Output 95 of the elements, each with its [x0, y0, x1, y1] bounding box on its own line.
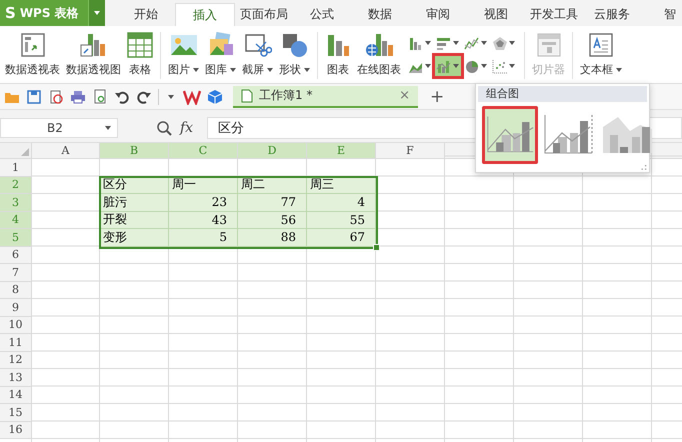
cube-icon[interactable] — [207, 88, 223, 104]
zoom-icon[interactable] — [156, 120, 172, 136]
app-menu-button[interactable] — [88, 0, 105, 26]
function-button[interactable]: fx — [180, 120, 194, 136]
caret-icon — [453, 64, 459, 68]
shapes-icon — [280, 32, 308, 58]
caret-icon — [509, 64, 515, 68]
menu-title: 组合图 — [478, 86, 647, 102]
row-header[interactable]: 16 — [0, 422, 32, 439]
table-cell: 5 — [169, 229, 238, 246]
menu-tab[interactable]: 插入 — [175, 3, 235, 26]
table-cell: 变形 — [100, 229, 169, 246]
table-cell: 77 — [238, 194, 307, 212]
caret-icon — [453, 41, 459, 45]
picture-icon — [170, 33, 198, 57]
caret-icon — [481, 41, 487, 45]
ribbon-button[interactable]: 数据透视图 — [65, 31, 122, 77]
spreadsheet-file-icon — [241, 88, 253, 102]
menu-tab[interactable]: 云服务 — [583, 3, 641, 26]
menu-tab[interactable]: 开始 — [117, 3, 175, 26]
print-icon[interactable] — [70, 88, 86, 104]
combo-chart-option[interactable] — [482, 106, 538, 164]
menu-tab[interactable]: 智 — [641, 3, 682, 26]
row-header[interactable]: 13 — [0, 369, 32, 386]
row-header[interactable]: 15 — [0, 404, 32, 422]
column-header[interactable]: F — [376, 143, 445, 159]
scatter-chart-icon — [492, 58, 507, 74]
ribbon-button[interactable]: 图片 — [167, 31, 200, 77]
caret-icon — [509, 41, 515, 45]
menu-tab[interactable]: 开发工具 — [525, 3, 583, 26]
menu-tab[interactable]: 公式 — [293, 3, 351, 26]
pivot-table-icon — [20, 32, 46, 58]
caret-icon — [481, 64, 487, 68]
quick-access-menu-button[interactable] — [165, 94, 177, 98]
table-cell: 开裂 — [100, 212, 169, 229]
table-cell: 56 — [238, 212, 307, 229]
screenshot-icon — [244, 32, 272, 58]
resize-grip-icon[interactable] — [640, 164, 647, 170]
bar-chart-icon — [325, 32, 351, 58]
row-header[interactable]: 9 — [0, 299, 32, 316]
radar-chart-icon — [492, 36, 507, 50]
menu-tab[interactable]: 页面布局 — [235, 3, 293, 26]
caret-icon — [105, 126, 111, 130]
table-cell: 23 — [169, 194, 238, 212]
menu-tab[interactable]: 视图 — [467, 3, 525, 26]
ribbon-button[interactable]: 形状 — [278, 31, 311, 77]
ribbon-button[interactable]: 图库 — [204, 31, 237, 77]
wps-office-logo-icon[interactable] — [183, 88, 201, 104]
row-header[interactable]: 6 — [0, 246, 32, 264]
table-icon — [127, 32, 153, 58]
name-box[interactable]: B2 — [0, 118, 118, 138]
table-cell: 55 — [307, 212, 376, 229]
column-header[interactable]: A — [32, 143, 100, 159]
ribbon-button[interactable]: 文本框 — [579, 31, 623, 77]
document-tab[interactable]: 工作簿1 * × — [233, 86, 418, 108]
menu-tab[interactable]: 数据 — [351, 3, 409, 26]
pdf-export-icon[interactable] — [48, 88, 64, 104]
row-header[interactable]: 10 — [0, 316, 32, 334]
caret-icon — [168, 94, 174, 98]
caret-icon — [94, 11, 100, 15]
line-chart-icon — [464, 36, 479, 50]
text-box-icon — [588, 32, 614, 58]
chart-type-menu[interactable]: 组合图 — [475, 83, 650, 173]
row-header[interactable]: 14 — [0, 386, 32, 404]
row-header[interactable]: 12 — [0, 352, 32, 369]
row-header[interactable]: 1 — [0, 159, 32, 176]
ribbon-button[interactable]: 图表 — [324, 31, 352, 77]
online-chart-icon — [364, 32, 394, 58]
print-preview-icon[interactable] — [92, 88, 108, 104]
pie-chart-icon — [464, 58, 479, 74]
table-cell: 43 — [169, 212, 238, 229]
ribbon-button[interactable]: 数据透视表 — [4, 31, 61, 77]
chart-type-button[interactable] — [434, 55, 462, 77]
new-tab-button[interactable]: + — [430, 86, 444, 106]
combo-chart-icon — [436, 58, 451, 74]
caret-icon — [425, 41, 431, 45]
column-chart-icon — [408, 36, 423, 50]
menu-tab[interactable]: 审阅 — [409, 3, 467, 26]
table-cell: 88 — [238, 229, 307, 246]
row-header[interactable]: 7 — [0, 264, 32, 282]
row-header[interactable]: 11 — [0, 334, 32, 352]
table-cell: 脏污 — [100, 194, 169, 212]
row-header[interactable]: 8 — [0, 282, 32, 299]
ribbon-button[interactable]: 表格 — [126, 31, 154, 77]
slicer-icon — [536, 32, 562, 58]
ribbon-button[interactable]: 在线图表 — [356, 31, 402, 77]
bar-chart-icon — [436, 36, 451, 50]
close-tab-button[interactable]: × — [399, 88, 410, 103]
logo-mark: S — [5, 4, 16, 22]
app-name: WPS 表格 — [20, 4, 79, 22]
ribbon-button[interactable]: 截屏 — [241, 31, 274, 77]
table-cell: 4 — [307, 194, 376, 212]
table-cell: 67 — [307, 229, 376, 246]
save-icon[interactable] — [26, 88, 42, 104]
caret-icon — [425, 64, 431, 68]
